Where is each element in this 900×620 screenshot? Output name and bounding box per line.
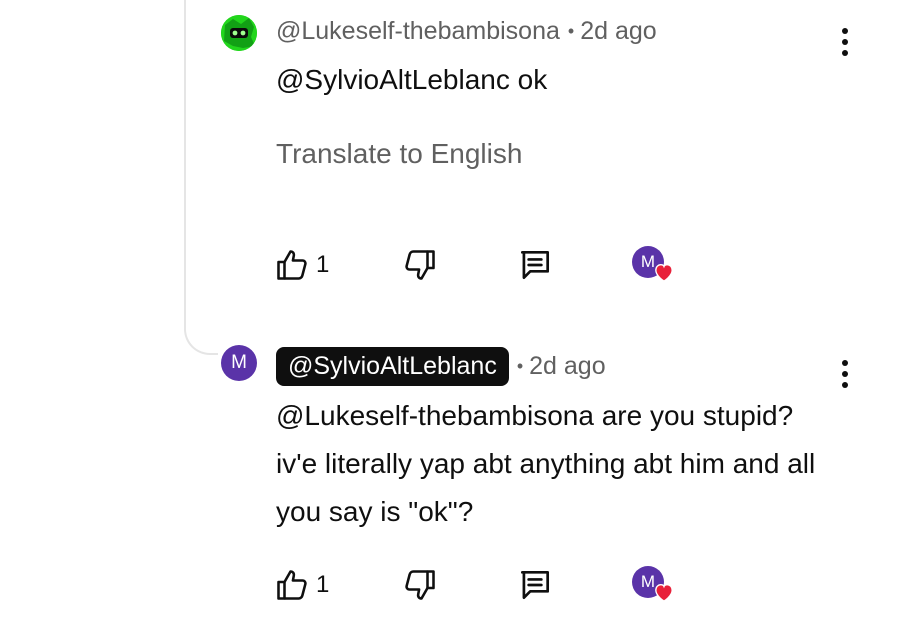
like-icon (277, 250, 307, 280)
like-button[interactable]: 1 (274, 560, 329, 610)
dislike-button[interactable] (402, 560, 438, 610)
reply-icon (520, 570, 550, 600)
heart-icon (655, 584, 673, 602)
dislike-button[interactable] (402, 240, 438, 290)
comment-meta: @SylvioAltLeblanc • 2d ago (276, 347, 606, 386)
more-vert-icon-dot (842, 382, 848, 388)
separator-dot: • (567, 21, 575, 41)
like-button[interactable]: 1 (274, 240, 329, 290)
comment-text: @Lukeself-thebambisona are you stupid? i… (276, 400, 816, 527)
comment-actions: 1 M (270, 240, 690, 290)
author-handle[interactable]: @Lukeself-thebambisona (276, 17, 560, 46)
more-vert-icon-dot (842, 39, 848, 45)
reply-button[interactable] (516, 240, 554, 290)
avatar[interactable] (221, 15, 257, 51)
more-vert-icon (842, 28, 848, 34)
like-icon (277, 570, 307, 600)
more-options-button[interactable] (830, 354, 860, 394)
separator-dot: • (516, 356, 524, 376)
dislike-icon (405, 570, 435, 600)
more-options-button[interactable] (830, 22, 860, 62)
comment-text: @SylvioAltLeblanc ok (276, 64, 548, 95)
reply-button[interactable] (516, 560, 554, 610)
heart-icon (655, 264, 673, 282)
more-vert-icon-dot (842, 50, 848, 56)
timestamp[interactable]: 2d ago (580, 17, 656, 46)
dislike-icon (405, 250, 435, 280)
timestamp[interactable]: 2d ago (529, 352, 605, 381)
reply-icon (520, 250, 550, 280)
more-vert-icon (842, 360, 848, 366)
comment-actions: 1 M (270, 560, 690, 610)
avatar[interactable]: M (221, 345, 257, 381)
more-vert-icon-dot (842, 371, 848, 377)
avatar-image-icon (221, 15, 257, 51)
like-count: 1 (316, 571, 330, 598)
like-count: 1 (316, 251, 330, 278)
translate-button[interactable]: Translate to English (276, 138, 522, 170)
thread-connector-line (184, 0, 218, 355)
author-handle-highlighted[interactable]: @SylvioAltLeblanc (276, 347, 509, 386)
comment-meta: @Lukeself-thebambisona • 2d ago (276, 17, 657, 46)
